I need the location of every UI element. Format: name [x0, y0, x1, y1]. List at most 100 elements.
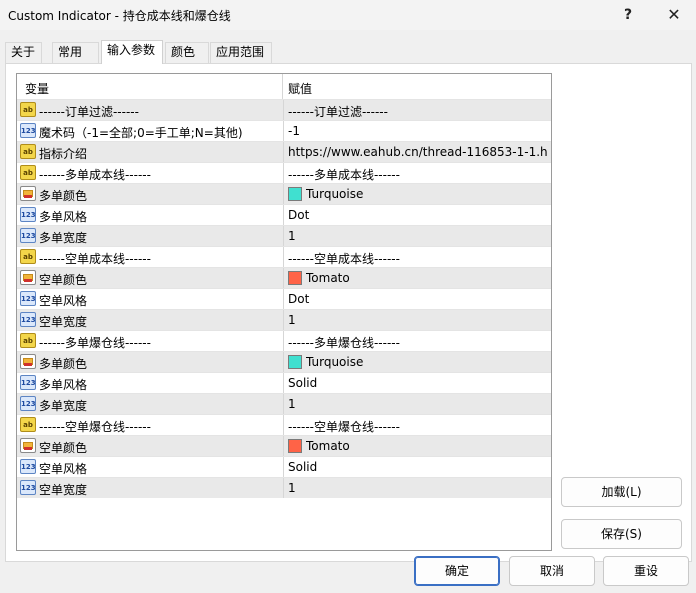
- variable-name: ------多单成本线------: [39, 168, 151, 182]
- table-row[interactable]: 多单颜色 Turquoise: [17, 183, 551, 204]
- tab-colors[interactable]: 颜色: [165, 42, 209, 63]
- table-row[interactable]: 123 多单风格 Dot: [17, 204, 551, 225]
- color-type-icon: [20, 186, 36, 201]
- variable-value[interactable]: ------多单爆仓线------: [288, 334, 548, 351]
- table-row[interactable]: 123 多单宽度 1: [17, 393, 551, 414]
- variable-value[interactable]: Turquoise: [306, 187, 551, 201]
- column-divider: [283, 457, 284, 477]
- dialog-window: Custom Indicator - 持仓成本线和爆仓线 ? ✕ 关于 常用 输…: [0, 0, 696, 593]
- variable-value[interactable]: ------空单爆仓线------: [288, 418, 548, 435]
- input-parameters-grid: 变量 赋值 ab ------订单过滤------ ------订单过滤------…: [16, 73, 552, 551]
- close-button[interactable]: ✕: [656, 3, 692, 27]
- string-type-icon: ab: [20, 102, 36, 117]
- load-button[interactable]: 加载(L): [561, 477, 682, 507]
- variable-value[interactable]: Turquoise: [306, 355, 551, 369]
- number-type-icon: 123: [20, 123, 36, 138]
- table-row[interactable]: 123 多单宽度 1: [17, 225, 551, 246]
- column-divider: [283, 184, 284, 204]
- column-divider: [283, 205, 284, 225]
- tab-common[interactable]: 常用: [52, 42, 99, 63]
- variable-value[interactable]: ------多单成本线------: [288, 166, 548, 183]
- table-row[interactable]: 123 空单风格 Solid: [17, 456, 551, 477]
- variable-name: 空单宽度: [39, 483, 88, 497]
- column-divider: [283, 394, 284, 414]
- help-button[interactable]: ?: [610, 3, 646, 27]
- table-row[interactable]: 123 多单风格 Solid: [17, 372, 551, 393]
- cancel-button[interactable]: 取消: [509, 556, 595, 586]
- variable-value[interactable]: Solid: [288, 376, 548, 390]
- color-swatch[interactable]: [288, 355, 302, 369]
- column-divider: [283, 268, 284, 288]
- tab-inputs[interactable]: 输入参数: [101, 40, 163, 64]
- variable-value[interactable]: https://www.eahub.cn/thread-116853-1-1.h…: [288, 145, 548, 159]
- table-row[interactable]: 123 空单风格 Dot: [17, 288, 551, 309]
- tab-scope[interactable]: 应用范围: [210, 42, 272, 63]
- variable-value[interactable]: ------订单过滤------: [288, 103, 548, 120]
- column-divider: [283, 310, 284, 330]
- string-type-icon: ab: [20, 249, 36, 264]
- grid-header: 变量 赋值: [17, 74, 551, 99]
- variable-name: 空单风格: [39, 294, 88, 308]
- column-divider: [283, 478, 284, 498]
- variable-name: 多单风格: [39, 210, 88, 224]
- variable-name: 空单宽度: [39, 315, 88, 329]
- column-header-variable[interactable]: 变量: [25, 80, 49, 97]
- table-row[interactable]: 空单颜色 Tomato: [17, 267, 551, 288]
- table-row[interactable]: 123 空单宽度 1: [17, 309, 551, 330]
- table-row[interactable]: 123 魔术码（-1=全部;0=手工单;N=其他) -1: [17, 120, 551, 141]
- column-divider[interactable]: [282, 74, 283, 99]
- variable-value[interactable]: -1: [288, 124, 548, 138]
- variable-value[interactable]: Dot: [288, 292, 548, 306]
- variable-value[interactable]: 1: [288, 229, 548, 243]
- column-divider: [283, 121, 284, 141]
- column-divider: [283, 226, 284, 246]
- table-row[interactable]: 空单颜色 Tomato: [17, 435, 551, 456]
- string-type-icon: ab: [20, 144, 36, 159]
- table-row[interactable]: ab ------空单爆仓线------ ------空单爆仓线------: [17, 414, 551, 435]
- ok-button[interactable]: 确定: [414, 556, 500, 586]
- variable-value[interactable]: 1: [288, 397, 548, 411]
- number-type-icon: 123: [20, 375, 36, 390]
- variable-name: 魔术码（-1=全部;0=手工单;N=其他): [39, 126, 243, 140]
- color-swatch[interactable]: [288, 271, 302, 285]
- variable-name: 多单宽度: [39, 399, 88, 413]
- number-type-icon: 123: [20, 459, 36, 474]
- table-row[interactable]: 123 空单宽度 1: [17, 477, 551, 498]
- variable-value[interactable]: 1: [288, 481, 548, 495]
- variable-name: ------空单爆仓线------: [39, 420, 151, 434]
- column-divider: [283, 415, 284, 435]
- tab-about[interactable]: 关于: [5, 42, 42, 63]
- number-type-icon: 123: [20, 291, 36, 306]
- variable-value[interactable]: Tomato: [306, 271, 551, 285]
- table-row[interactable]: 多单颜色 Turquoise: [17, 351, 551, 372]
- column-divider: [283, 436, 284, 456]
- color-swatch[interactable]: [288, 439, 302, 453]
- variable-value[interactable]: Tomato: [306, 439, 551, 453]
- variable-name: 多单颜色: [39, 357, 88, 371]
- string-type-icon: ab: [20, 333, 36, 348]
- save-button[interactable]: 保存(S): [561, 519, 682, 549]
- number-type-icon: 123: [20, 207, 36, 222]
- table-row[interactable]: ab ------空单成本线------ ------空单成本线------: [17, 246, 551, 267]
- number-type-icon: 123: [20, 228, 36, 243]
- variable-name: 空单风格: [39, 462, 88, 476]
- column-divider: [283, 100, 284, 120]
- variable-value[interactable]: 1: [288, 313, 548, 327]
- color-type-icon: [20, 438, 36, 453]
- variable-name: 多单宽度: [39, 231, 88, 245]
- variable-value[interactable]: ------空单成本线------: [288, 250, 548, 267]
- table-row[interactable]: ab 指标介绍 https://www.eahub.cn/thread-116853…: [17, 141, 551, 162]
- variable-value[interactable]: Solid: [288, 460, 548, 474]
- reset-button[interactable]: 重设: [603, 556, 689, 586]
- column-header-value[interactable]: 赋值: [288, 80, 312, 97]
- color-swatch[interactable]: [288, 187, 302, 201]
- variable-value[interactable]: Dot: [288, 208, 548, 222]
- column-divider: [283, 289, 284, 309]
- variable-name: 指标介绍: [39, 147, 88, 161]
- variable-name: ------空单成本线------: [39, 252, 151, 266]
- string-type-icon: ab: [20, 165, 36, 180]
- table-row[interactable]: ab ------订单过滤------ ------订单过滤------: [17, 99, 551, 120]
- column-divider: [283, 373, 284, 393]
- table-row[interactable]: ab ------多单爆仓线------ ------多单爆仓线------: [17, 330, 551, 351]
- table-row[interactable]: ab ------多单成本线------ ------多单成本线------: [17, 162, 551, 183]
